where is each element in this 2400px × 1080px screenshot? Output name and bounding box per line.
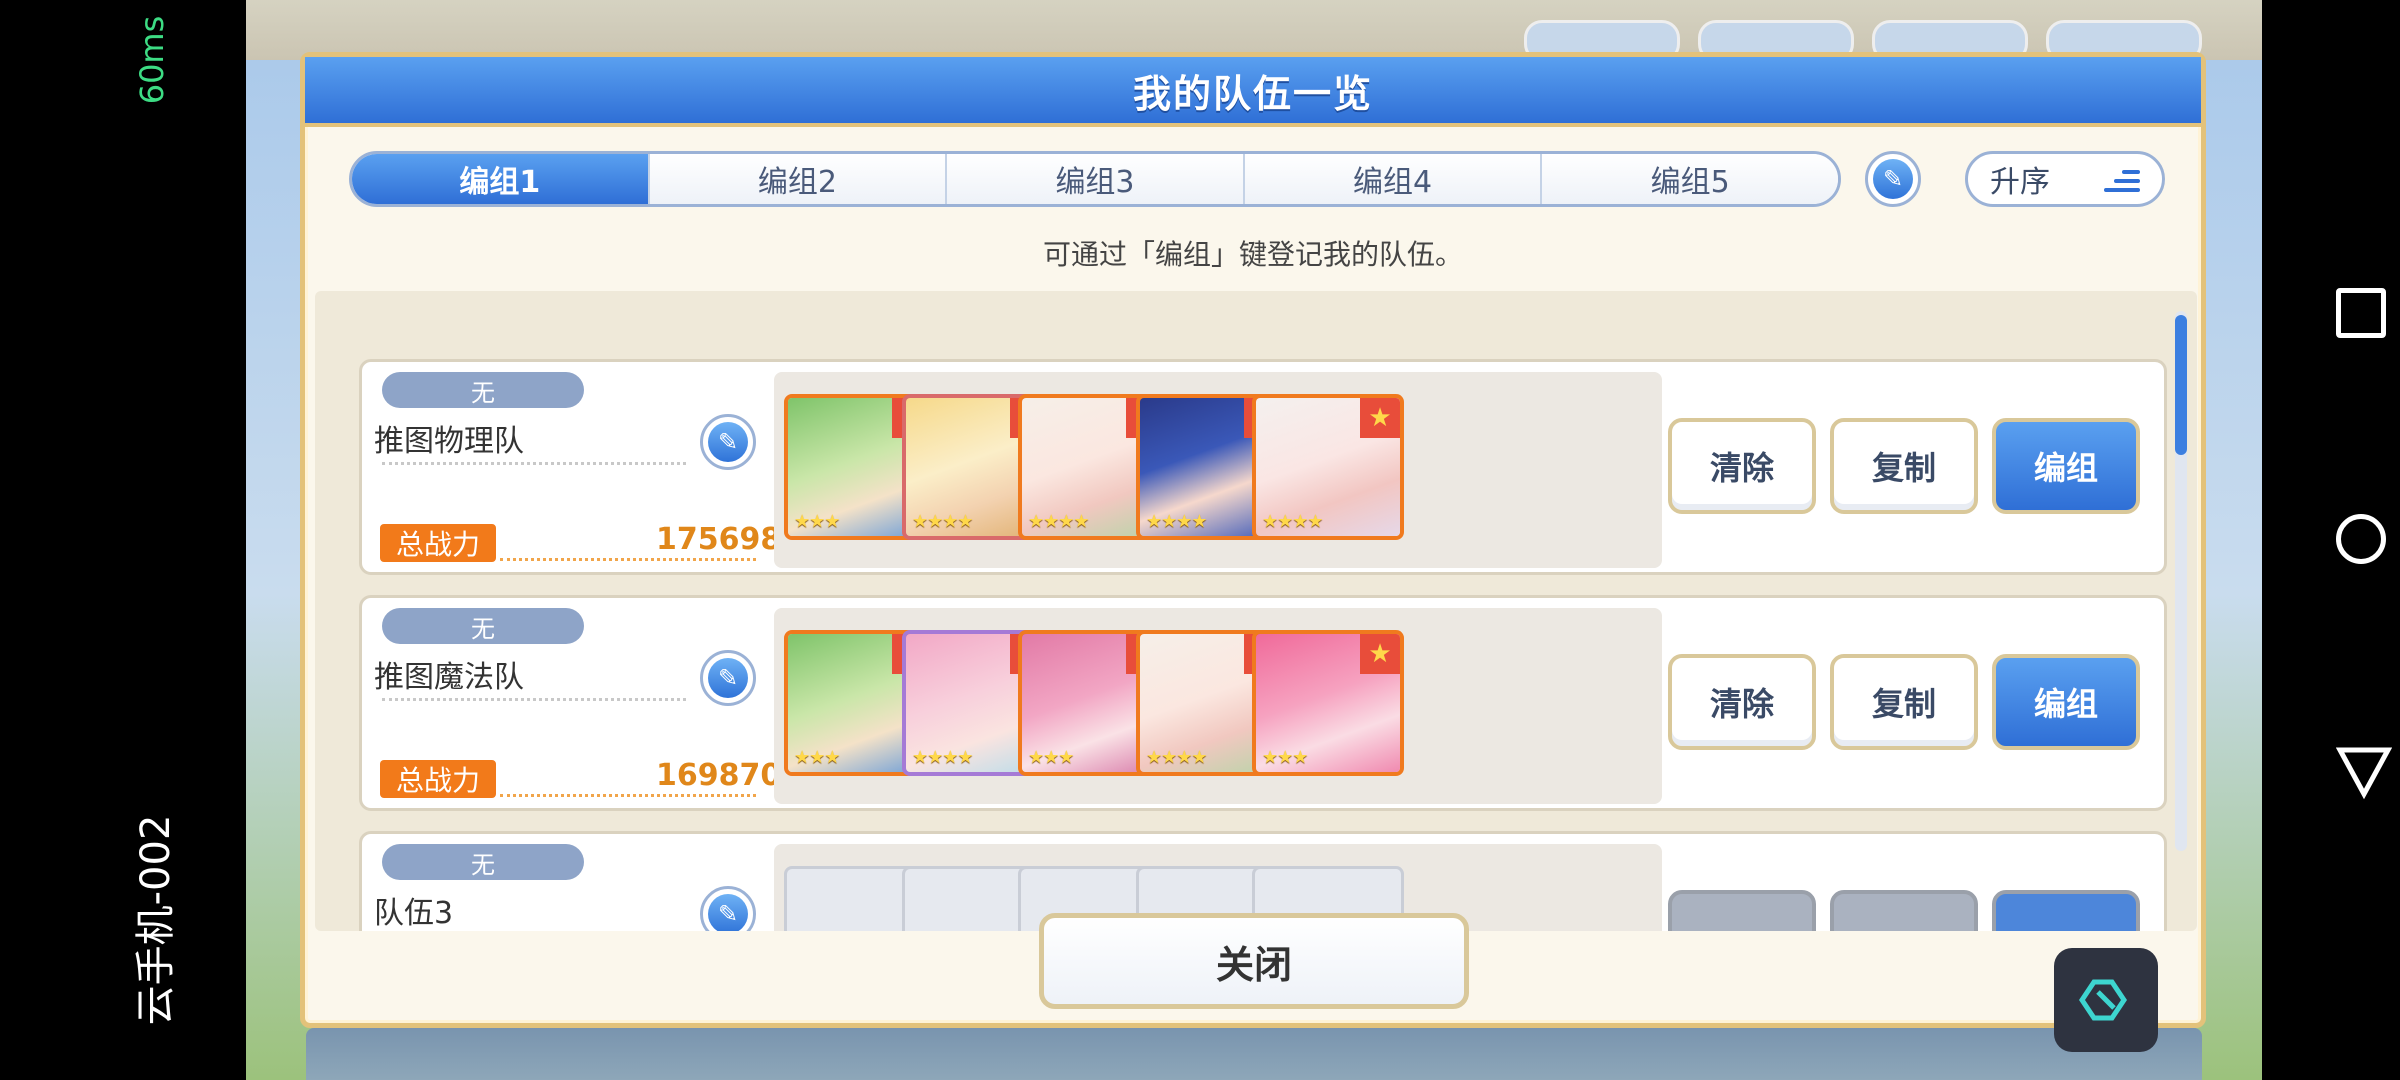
hint-text: 可通过「编组」键登记我的队伍。 — [1042, 238, 1463, 271]
total-power-label: 总战力 — [380, 524, 496, 562]
rename-group-button[interactable]: ✎ — [1865, 151, 1921, 207]
rename-team-button[interactable]: ✎ — [700, 650, 756, 706]
ping-indicator: 60ms — [133, 15, 171, 105]
circle-nav-icon[interactable] — [2336, 514, 2386, 564]
rarity-stars: ★★★★ — [1262, 511, 1324, 532]
dialog-header: 我的队伍一览 — [305, 57, 2201, 127]
team-roster: ★ ★★ ★ ★ ★★ ★★ ★ ★ ★★★ ★ ★ ★★★★ — [774, 372, 1662, 568]
copy-team-button[interactable]: 复制 — [1830, 654, 1978, 750]
rarity-stars: ★★★★ — [1146, 511, 1208, 532]
rename-team-button[interactable]: ✎ — [700, 414, 756, 470]
square-nav-icon[interactable] — [2336, 288, 2386, 338]
close-button[interactable]: 关闭 — [1039, 913, 1469, 1009]
total-power-value: 169870 — [656, 758, 782, 793]
team-name: 推图魔法队 — [374, 660, 524, 695]
tab-group-3[interactable]: 编组3 — [947, 154, 1245, 204]
rarity-stars: ★★★★ — [912, 747, 974, 768]
floating-tool-icon[interactable] — [2054, 948, 2158, 1052]
clear-team-button[interactable] — [1668, 890, 1816, 931]
character-slot[interactable]: ★ ★★★ — [1252, 630, 1404, 776]
team-list-dialog: 我的队伍一览 编组1 编组2 编组3 编组4 编组5 ✎ 升序 可通过「编组」键… — [300, 52, 2206, 1028]
team-badge: 无 — [382, 608, 584, 644]
pencil-icon: ✎ — [708, 422, 748, 462]
rarity-stars: ★★★★ — [912, 511, 974, 532]
sort-label: 升序 — [1990, 165, 2050, 200]
copy-team-button[interactable]: 复制 — [1830, 418, 1978, 514]
edit-team-button[interactable] — [1992, 890, 2140, 931]
team-card: 无 推图物理队 ✎ 总战力 175698 ★ ★★ ★ ★ ★★ ★★★★ ★★… — [359, 359, 2167, 575]
team-badge: 无 — [382, 372, 584, 408]
sort-ascending-icon — [2104, 170, 2140, 192]
rarity-stars: ★★★ — [1028, 747, 1074, 768]
favorite-star-icon: ★ — [1360, 634, 1400, 674]
rarity-stars: ★★★★ — [1028, 511, 1090, 532]
background-bottom-menu — [306, 1028, 2202, 1080]
tab-group-1[interactable]: 编组1 — [352, 154, 650, 204]
tab-group-2[interactable]: 编组2 — [649, 154, 948, 204]
total-power-label: 总战力 — [380, 760, 496, 798]
name-underline — [382, 698, 686, 701]
team-name: 队伍3 — [374, 896, 454, 931]
favorite-star-icon: ★ — [1360, 398, 1400, 438]
pencil-icon: ✎ — [1873, 159, 1913, 199]
rarity-stars: ★★★ — [794, 747, 840, 768]
list-scrollbar-thumb[interactable] — [2175, 315, 2187, 455]
dialog-title: 我的队伍一览 — [1132, 71, 1373, 116]
group-tabs: 编组1 编组2 编组3 编组4 编组5 — [349, 151, 1841, 207]
rarity-stars: ★★★ — [1262, 747, 1308, 768]
sort-order-button[interactable]: 升序 — [1965, 151, 2165, 207]
device-name-label: 云手机-002 — [133, 814, 179, 1026]
team-badge: 无 — [382, 844, 584, 880]
power-underline — [500, 794, 756, 797]
team-name: 推图物理队 — [374, 424, 524, 459]
copy-team-button[interactable] — [1830, 890, 1978, 931]
pencil-icon: ✎ — [708, 894, 748, 931]
total-power-value: 175698 — [656, 522, 782, 557]
rarity-stars: ★★★★ — [1146, 747, 1208, 768]
edit-team-button[interactable]: 编组 — [1992, 654, 2140, 750]
character-slot[interactable]: ★ ★★★★ — [1252, 394, 1404, 540]
edit-team-button[interactable]: 编组 — [1992, 418, 2140, 514]
tab-group-4[interactable]: 编组4 — [1244, 154, 1543, 204]
clear-team-button[interactable]: 清除 — [1668, 418, 1816, 514]
pencil-icon: ✎ — [708, 658, 748, 698]
rarity-stars: ★★★ — [794, 511, 840, 532]
name-underline — [382, 462, 686, 465]
tab-group-5[interactable]: 编组5 — [1542, 154, 1838, 204]
team-card: 无 推图魔法队 ✎ 总战力 169870 ★ ★★ ★ ★ ★★ ★★★ ★★★… — [359, 595, 2167, 811]
clear-team-button[interactable]: 清除 — [1668, 654, 1816, 750]
team-roster: ★ ★★ ★ ★ ★★ ★★ ★ ★★★ ★ ★ ★★★ — [774, 608, 1662, 804]
team-list[interactable]: 无 推图物理队 ✎ 总战力 175698 ★ ★★ ★ ★ ★★ ★★★★ ★★… — [315, 291, 2197, 931]
power-underline — [500, 558, 756, 561]
rename-team-button[interactable]: ✎ — [700, 886, 756, 931]
triangle-back-icon[interactable] — [2335, 744, 2393, 800]
